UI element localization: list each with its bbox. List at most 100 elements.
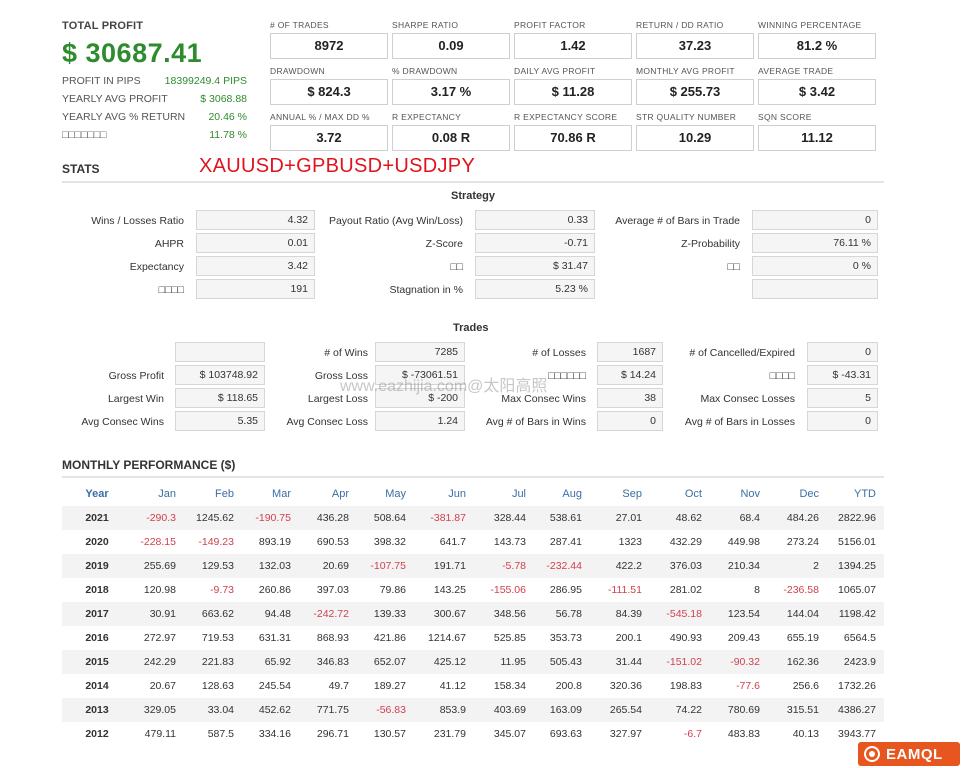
- table-cell: 348.56: [493, 608, 526, 620]
- table-row: 2017 30.91 663.62 94.48 -242.72 139.33 300.67 3…: [62, 602, 884, 626]
- table-cell: -9.73: [210, 584, 234, 596]
- table-cell: 525.85: [493, 632, 526, 644]
- metric-label: DAILY AVG PROFIT: [514, 66, 596, 76]
- trade-value: $ 103748.92: [175, 365, 265, 385]
- year-cell: 2020: [85, 536, 109, 548]
- table-cell: 143.25: [433, 584, 466, 596]
- table-cell: 3943.77: [838, 728, 876, 740]
- table-cell: 422.2: [615, 560, 642, 572]
- metric-avg-trade: AVERAGE TRADE $ 3.42: [758, 66, 876, 105]
- metric-label: # OF TRADES: [270, 20, 329, 30]
- column-header: May: [385, 488, 406, 500]
- table-cell: -90.32: [730, 656, 760, 668]
- table-cell: 221.83: [201, 656, 234, 668]
- metric-r-expectancy-score: R EXPECTANCY SCORE 70.86 R: [514, 112, 632, 151]
- table-cell: 1732.26: [838, 680, 876, 692]
- table-cell: 143.73: [493, 536, 526, 548]
- summary-label: □□□□□□□: [62, 129, 107, 141]
- metric-value: 1.42: [514, 33, 632, 59]
- table-cell: 6564.5: [843, 632, 876, 644]
- table-cell: 1198.42: [838, 608, 876, 620]
- table-cell: 231.79: [433, 728, 466, 740]
- table-cell: 8: [754, 584, 760, 596]
- stats-title: STATS: [62, 162, 100, 176]
- table-cell: -236.58: [783, 584, 819, 596]
- monthly-performance-table: Year Jan Feb Mar Apr May Jun Jul Aug Sep…: [62, 482, 884, 746]
- table-cell: 139.33: [373, 608, 406, 620]
- metric-label: R EXPECTANCY SCORE: [514, 112, 618, 122]
- year-cell: 2021: [85, 512, 109, 524]
- table-cell: -190.75: [255, 512, 291, 524]
- table-cell: 868.93: [316, 632, 349, 644]
- table-cell: 256.6: [792, 680, 819, 692]
- table-cell: 162.36: [786, 656, 819, 668]
- stat-value: 191: [196, 279, 315, 299]
- column-header: Feb: [215, 488, 234, 500]
- table-cell: 328.44: [493, 512, 526, 524]
- column-header: Year: [85, 488, 109, 500]
- table-cell: 130.57: [373, 728, 406, 740]
- stat-label: Z-Probability: [681, 238, 740, 250]
- table-cell: 281.02: [669, 584, 702, 596]
- stat-value: $ 31.47: [475, 256, 595, 276]
- year-cell: 2013: [85, 704, 109, 716]
- metric-value: 3.17 %: [392, 79, 510, 105]
- table-cell: 265.54: [609, 704, 642, 716]
- table-cell: 48.62: [675, 512, 702, 524]
- table-cell: -232.44: [546, 560, 582, 572]
- stat-label: Z-Score: [425, 238, 463, 250]
- stat-value: 4.32: [196, 210, 315, 230]
- stats-header: STATS XAUUSD+GPBUSD+USDJPY: [62, 155, 884, 183]
- table-cell: -5.78: [502, 560, 526, 572]
- table-cell: 1323: [618, 536, 642, 548]
- column-header: Dec: [799, 488, 819, 500]
- table-cell: 1065.07: [838, 584, 876, 596]
- table-cell: 320.36: [609, 680, 642, 692]
- table-cell: 5156.01: [838, 536, 876, 548]
- trade-label: # of Losses: [532, 347, 586, 359]
- table-cell: -290.3: [146, 512, 176, 524]
- table-cell: 587.5: [207, 728, 234, 740]
- strategy-title: Strategy: [451, 190, 496, 202]
- table-cell: 403.69: [493, 704, 526, 716]
- column-header: Apr: [331, 488, 349, 500]
- stat-label: Average # of Bars in Trade: [615, 215, 740, 227]
- table-cell: 1245.62: [196, 512, 234, 524]
- summary-value: 18399249.4 PIPS: [164, 75, 247, 87]
- metric-return-dd: RETURN / DD RATIO 37.23: [636, 20, 754, 59]
- table-cell: 27.01: [615, 512, 642, 524]
- table-cell: 690.53: [316, 536, 349, 548]
- column-header: Aug: [562, 488, 582, 500]
- metric-value: $ 3.42: [758, 79, 876, 105]
- table-cell: 33.04: [207, 704, 234, 716]
- table-cell: -155.06: [490, 584, 526, 596]
- table-cell: 631.31: [258, 632, 291, 644]
- logo-text: EAMQL: [886, 745, 943, 763]
- table-cell: 893.19: [258, 536, 291, 548]
- table-row: 2013 329.05 33.04 452.62 771.75 -56.83 853.9 40…: [62, 698, 884, 722]
- metric-r-expectancy: R EXPECTANCY 0.08 R: [392, 112, 510, 151]
- table-cell: 272.97: [143, 632, 176, 644]
- metric-annual-maxdd: ANNUAL % / MAX DD % 3.72: [270, 112, 388, 151]
- column-header: YTD: [854, 488, 876, 500]
- summary-row-pips: PROFIT IN PIPS 18399249.4 PIPS: [62, 75, 247, 87]
- trade-label: □□□□□□: [547, 370, 586, 382]
- trade-label: Gross Profit: [108, 370, 164, 382]
- trade-value: 5.35: [175, 411, 265, 431]
- table-cell: 40.13: [792, 728, 819, 740]
- table-cell: 144.04: [786, 608, 819, 620]
- table-cell: 334.16: [258, 728, 291, 740]
- table-cell: 436.28: [316, 512, 349, 524]
- trade-value: 0: [807, 342, 878, 362]
- metric-value: 0.09: [392, 33, 510, 59]
- table-cell: 31.44: [615, 656, 642, 668]
- total-profit-value: $ 30687.41: [62, 38, 203, 68]
- metric-value: 0.08 R: [392, 125, 510, 151]
- metric-winning-pct: WINNING PERCENTAGE 81.2 %: [758, 20, 876, 59]
- table-cell: 490.93: [669, 632, 702, 644]
- table-cell: 11.95: [500, 656, 527, 668]
- stat-label: Payout Ratio (Avg Win/Loss): [328, 215, 463, 227]
- trade-value: 5: [807, 388, 878, 408]
- trade-label: # of Wins: [324, 347, 368, 359]
- table-cell: 129.53: [201, 560, 234, 572]
